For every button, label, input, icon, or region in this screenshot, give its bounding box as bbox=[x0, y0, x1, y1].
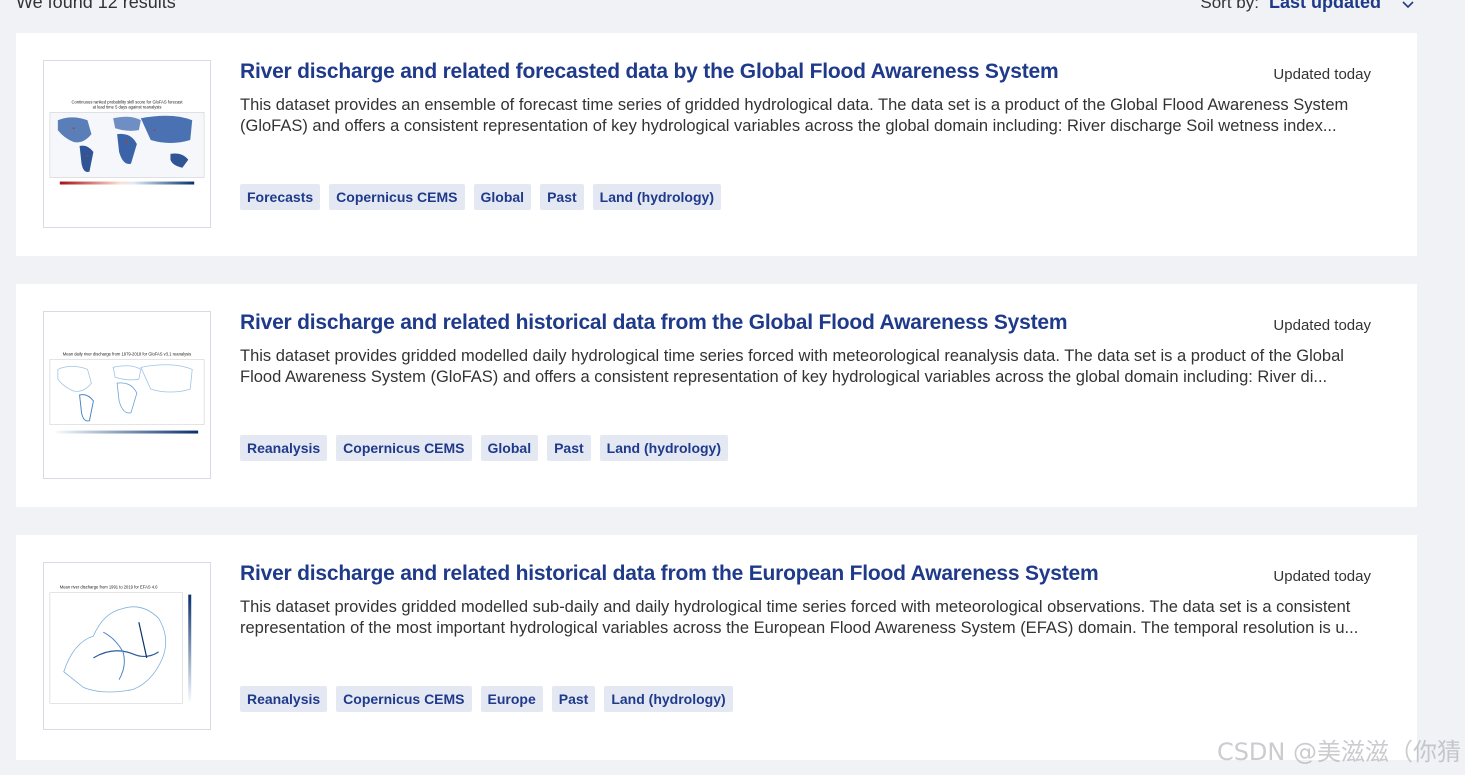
sort-dropdown[interactable]: Last updated bbox=[1269, 0, 1381, 13]
dataset-thumbnail[interactable]: Mean river discharge from 1991 to 2019 f… bbox=[43, 562, 211, 730]
svg-text:Mean daily river discharge fro: Mean daily river discharge from 1979-201… bbox=[63, 351, 191, 356]
tag[interactable]: Past bbox=[551, 686, 596, 712]
tag[interactable]: Reanalysis bbox=[240, 435, 328, 461]
tag-list: Reanalysis Copernicus CEMS Europe Past L… bbox=[240, 686, 733, 712]
dataset-card[interactable]: Continuous ranked probability skill scor… bbox=[16, 33, 1417, 256]
dataset-title[interactable]: River discharge and related forecasted d… bbox=[240, 60, 1059, 84]
tag[interactable]: Copernicus CEMS bbox=[336, 686, 472, 712]
svg-text:at lead time 5 days against re: at lead time 5 days against reanalysis bbox=[93, 104, 162, 109]
tag[interactable]: Past bbox=[547, 435, 591, 461]
tag[interactable]: Global bbox=[473, 184, 532, 210]
sort-control[interactable]: Sort by: Last updated bbox=[1200, 0, 1415, 13]
updated-date: Updated today bbox=[1273, 568, 1371, 585]
tag[interactable]: Copernicus CEMS bbox=[329, 184, 465, 210]
dataset-thumbnail[interactable]: Mean daily river discharge from 1979-201… bbox=[43, 311, 211, 479]
sort-label: Sort by: bbox=[1200, 0, 1259, 12]
dataset-card[interactable]: Mean river discharge from 1991 to 2019 f… bbox=[16, 535, 1417, 760]
chevron-down-icon[interactable] bbox=[1401, 0, 1415, 10]
dataset-title[interactable]: River discharge and related historical d… bbox=[240, 562, 1099, 586]
updated-date: Updated today bbox=[1273, 317, 1371, 334]
dataset-description: This dataset provides an ensemble of for… bbox=[240, 96, 1349, 135]
tag[interactable]: Reanalysis bbox=[240, 686, 328, 712]
results-toolbar: We found 12 results Sort by: Last update… bbox=[0, 0, 1465, 30]
dataset-description: This dataset provides gridded modelled d… bbox=[240, 347, 1344, 386]
tag[interactable]: Land (hydrology) bbox=[604, 686, 733, 712]
svg-text:Mean river discharge from 1991: Mean river discharge from 1991 to 2019 f… bbox=[60, 585, 158, 590]
tag[interactable]: Global bbox=[480, 435, 539, 461]
dataset-card[interactable]: Mean daily river discharge from 1979-201… bbox=[16, 284, 1417, 507]
tag[interactable]: Europe bbox=[480, 686, 543, 712]
dataset-title[interactable]: River discharge and related historical d… bbox=[240, 311, 1068, 335]
dataset-description: This dataset provides gridded modelled s… bbox=[240, 598, 1359, 637]
updated-date: Updated today bbox=[1273, 66, 1371, 83]
dataset-thumbnail[interactable]: Continuous ranked probability skill scor… bbox=[43, 60, 211, 228]
tag[interactable]: Past bbox=[540, 184, 584, 210]
watermark: CSDN @美滋滋（你猜 bbox=[1216, 738, 1461, 766]
tag-list: Forecasts Copernicus CEMS Global Past La… bbox=[240, 184, 721, 210]
tag-list: Reanalysis Copernicus CEMS Global Past L… bbox=[240, 435, 728, 461]
results-count: We found 12 results bbox=[16, 0, 176, 12]
tag[interactable]: Land (hydrology) bbox=[599, 435, 728, 461]
tag[interactable]: Land (hydrology) bbox=[592, 184, 721, 210]
tag[interactable]: Forecasts bbox=[240, 184, 321, 210]
tag[interactable]: Copernicus CEMS bbox=[336, 435, 472, 461]
